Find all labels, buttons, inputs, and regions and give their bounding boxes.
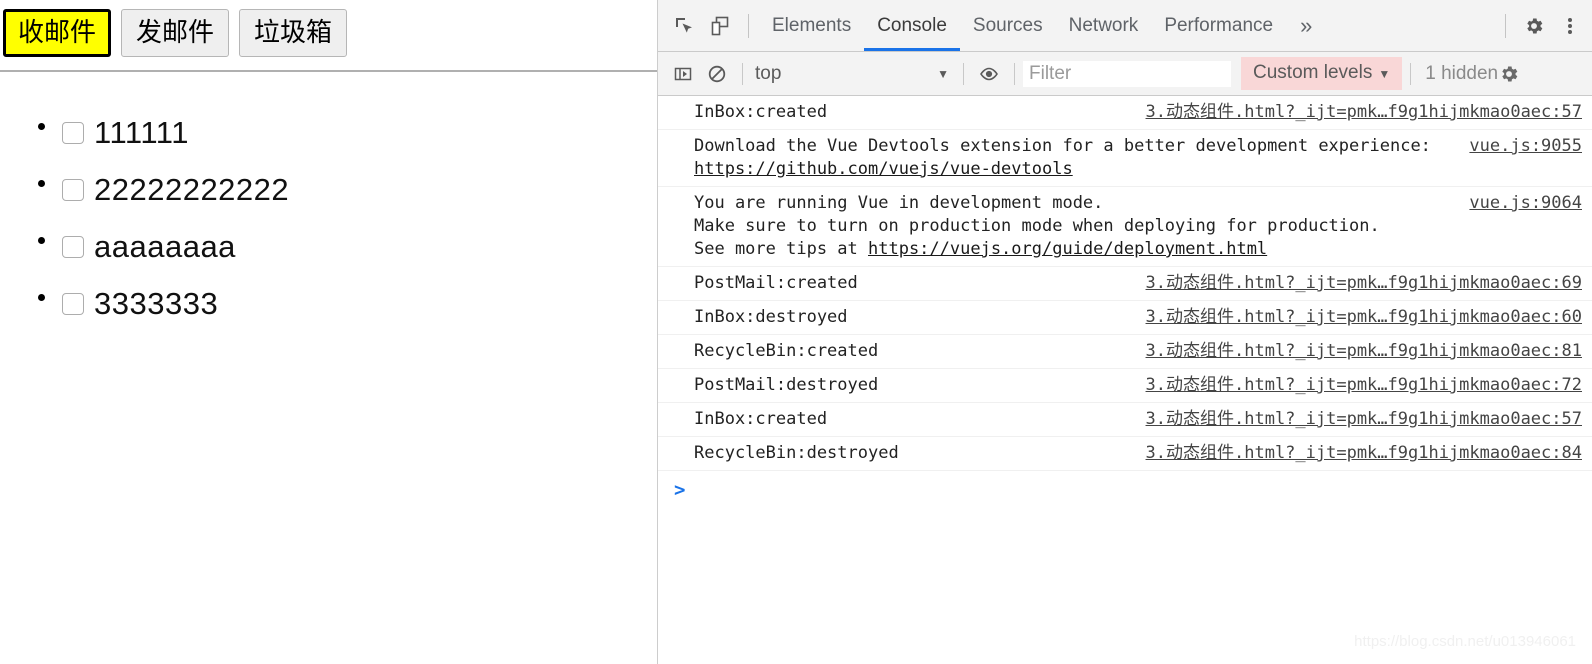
mailbox-tab-bar: 收邮件 发邮件 垃圾箱 bbox=[0, 0, 657, 57]
prompt-caret-icon: > bbox=[674, 479, 686, 501]
console-message-text: InBox:destroyed bbox=[694, 307, 848, 327]
chevron-down-icon: ▼ bbox=[937, 66, 949, 81]
clear-console-icon[interactable] bbox=[700, 59, 734, 89]
console-message-text: Download the Vue Devtools extension for … bbox=[694, 135, 1441, 181]
mail-item-label: 22222222222 bbox=[94, 172, 290, 207]
console-message-source[interactable]: 3.动态组件.html?_ijt=pmk…f9g1hijmkmao0aec:72 bbox=[1146, 374, 1582, 397]
list-item: 3333333 bbox=[58, 275, 657, 326]
console-sidebar-icon[interactable] bbox=[666, 59, 700, 89]
log-levels-dropdown[interactable]: Custom levels ▼ bbox=[1241, 57, 1403, 90]
live-expression-icon[interactable] bbox=[972, 59, 1006, 89]
mail-item-label: 3333333 bbox=[94, 286, 219, 321]
console-message-link[interactable]: https://github.com/vuejs/vue-devtools bbox=[694, 159, 1073, 179]
tab-elements[interactable]: Elements bbox=[759, 0, 864, 51]
console-message-text: You are running Vue in development mode.… bbox=[694, 192, 1380, 261]
console-message-text: InBox:created bbox=[694, 102, 828, 122]
list-item: 22222222222 bbox=[58, 161, 657, 212]
console-message-text: RecycleBin:destroyed bbox=[694, 443, 899, 463]
toolbar-divider bbox=[1505, 13, 1506, 38]
screen-root: 收邮件 发邮件 垃圾箱 111111 22222222222 aaaaaaaa … bbox=[0, 0, 1592, 664]
toolbar-divider bbox=[963, 62, 964, 85]
console-message-row: PostMail:created 3.动态组件.html?_ijt=pmk…f9… bbox=[658, 267, 1592, 301]
console-message-text: PostMail:created bbox=[694, 273, 858, 293]
console-message-row: InBox:created 3.动态组件.html?_ijt=pmk…f9g1h… bbox=[658, 96, 1592, 130]
inspect-element-icon[interactable] bbox=[666, 7, 702, 45]
devtools-tab-bar: Elements Console Sources Network Perform… bbox=[658, 0, 1592, 52]
console-prompt[interactable]: > bbox=[658, 471, 1592, 509]
mail-item-checkbox[interactable] bbox=[62, 179, 84, 201]
console-message-text: PostMail:destroyed bbox=[694, 375, 879, 395]
kebab-menu-icon[interactable] bbox=[1552, 7, 1588, 45]
list-item: aaaaaaaa bbox=[58, 218, 657, 269]
execution-context-select[interactable]: top ▼ bbox=[751, 63, 955, 85]
mail-list: 111111 22222222222 aaaaaaaa 3333333 bbox=[0, 72, 657, 326]
mail-item-checkbox[interactable] bbox=[62, 236, 84, 258]
mail-item-label: aaaaaaaa bbox=[94, 229, 236, 264]
mailbox-tab-trash[interactable]: 垃圾箱 bbox=[239, 9, 348, 57]
chevron-down-icon: ▼ bbox=[1378, 67, 1391, 81]
tab-performance[interactable]: Performance bbox=[1151, 0, 1286, 51]
console-settings-icon[interactable] bbox=[1498, 59, 1524, 89]
console-message-row: InBox:destroyed 3.动态组件.html?_ijt=pmk…f9g… bbox=[658, 301, 1592, 335]
mailbox-tab-inbox[interactable]: 收邮件 bbox=[3, 9, 112, 57]
web-page-panel: 收邮件 发邮件 垃圾箱 111111 22222222222 aaaaaaaa … bbox=[0, 0, 658, 664]
console-message-source[interactable]: 3.动态组件.html?_ijt=pmk…f9g1hijmkmao0aec:57 bbox=[1146, 408, 1582, 431]
mail-item-checkbox[interactable] bbox=[62, 122, 84, 144]
list-item: 111111 bbox=[58, 104, 657, 155]
tab-sources[interactable]: Sources bbox=[960, 0, 1056, 51]
tab-console[interactable]: Console bbox=[864, 0, 960, 51]
console-message-text: RecycleBin:created bbox=[694, 341, 879, 361]
console-message-source[interactable]: 3.动态组件.html?_ijt=pmk…f9g1hijmkmao0aec:60 bbox=[1146, 306, 1582, 329]
console-message-row: Download the Vue Devtools extension for … bbox=[658, 130, 1592, 187]
console-message-row: RecycleBin:created 3.动态组件.html?_ijt=pmk…… bbox=[658, 335, 1592, 369]
console-message-source[interactable]: 3.动态组件.html?_ijt=pmk…f9g1hijmkmao0aec:69 bbox=[1146, 272, 1582, 295]
console-message-row: RecycleBin:destroyed 3.动态组件.html?_ijt=pm… bbox=[658, 437, 1592, 471]
watermark: https://blog.csdn.net/u013946061 bbox=[1354, 633, 1576, 650]
more-tabs-icon[interactable]: » bbox=[1286, 14, 1326, 37]
console-message-source[interactable]: 3.动态组件.html?_ijt=pmk…f9g1hijmkmao0aec:81 bbox=[1146, 340, 1582, 363]
console-message-link[interactable]: https://vuejs.org/guide/deployment.html bbox=[868, 239, 1267, 259]
console-message-text: InBox:created bbox=[694, 409, 828, 429]
console-message-row: InBox:created 3.动态组件.html?_ijt=pmk…f9g1h… bbox=[658, 403, 1592, 437]
console-message-source[interactable]: 3.动态组件.html?_ijt=pmk…f9g1hijmkmao0aec:84 bbox=[1146, 442, 1582, 465]
console-message-body: Download the Vue Devtools extension for … bbox=[694, 136, 1442, 156]
mail-item-checkbox[interactable] bbox=[62, 293, 84, 315]
mailbox-tab-outbox[interactable]: 发邮件 bbox=[121, 9, 230, 57]
console-message-source[interactable]: vue.js:9064 bbox=[1469, 192, 1582, 215]
filter-input[interactable] bbox=[1023, 60, 1231, 87]
toolbar-divider bbox=[748, 13, 749, 38]
toolbar-divider bbox=[1014, 62, 1015, 85]
hidden-messages-count: 1 hidden bbox=[1425, 62, 1499, 84]
gear-icon[interactable] bbox=[1516, 7, 1552, 45]
tab-network[interactable]: Network bbox=[1056, 0, 1152, 51]
toolbar-divider bbox=[1410, 62, 1412, 85]
toolbar-divider bbox=[742, 62, 743, 85]
log-levels-label: Custom levels bbox=[1253, 62, 1373, 83]
console-message-source[interactable]: vue.js:9055 bbox=[1469, 135, 1582, 158]
devtools-panel: Elements Console Sources Network Perform… bbox=[658, 0, 1592, 664]
console-message-list[interactable]: InBox:created 3.动态组件.html?_ijt=pmk…f9g1h… bbox=[658, 96, 1592, 664]
execution-context-label: top bbox=[755, 62, 782, 84]
console-message-row: PostMail:destroyed 3.动态组件.html?_ijt=pmk…… bbox=[658, 369, 1592, 403]
device-toolbar-icon[interactable] bbox=[702, 7, 738, 45]
console-toolbar: top ▼ Custom levels ▼ 1 hidden bbox=[658, 52, 1592, 96]
mail-item-label: 111111 bbox=[94, 115, 189, 150]
console-message-source[interactable]: 3.动态组件.html?_ijt=pmk…f9g1hijmkmao0aec:57 bbox=[1146, 101, 1582, 124]
console-message-row: You are running Vue in development mode.… bbox=[658, 187, 1592, 267]
